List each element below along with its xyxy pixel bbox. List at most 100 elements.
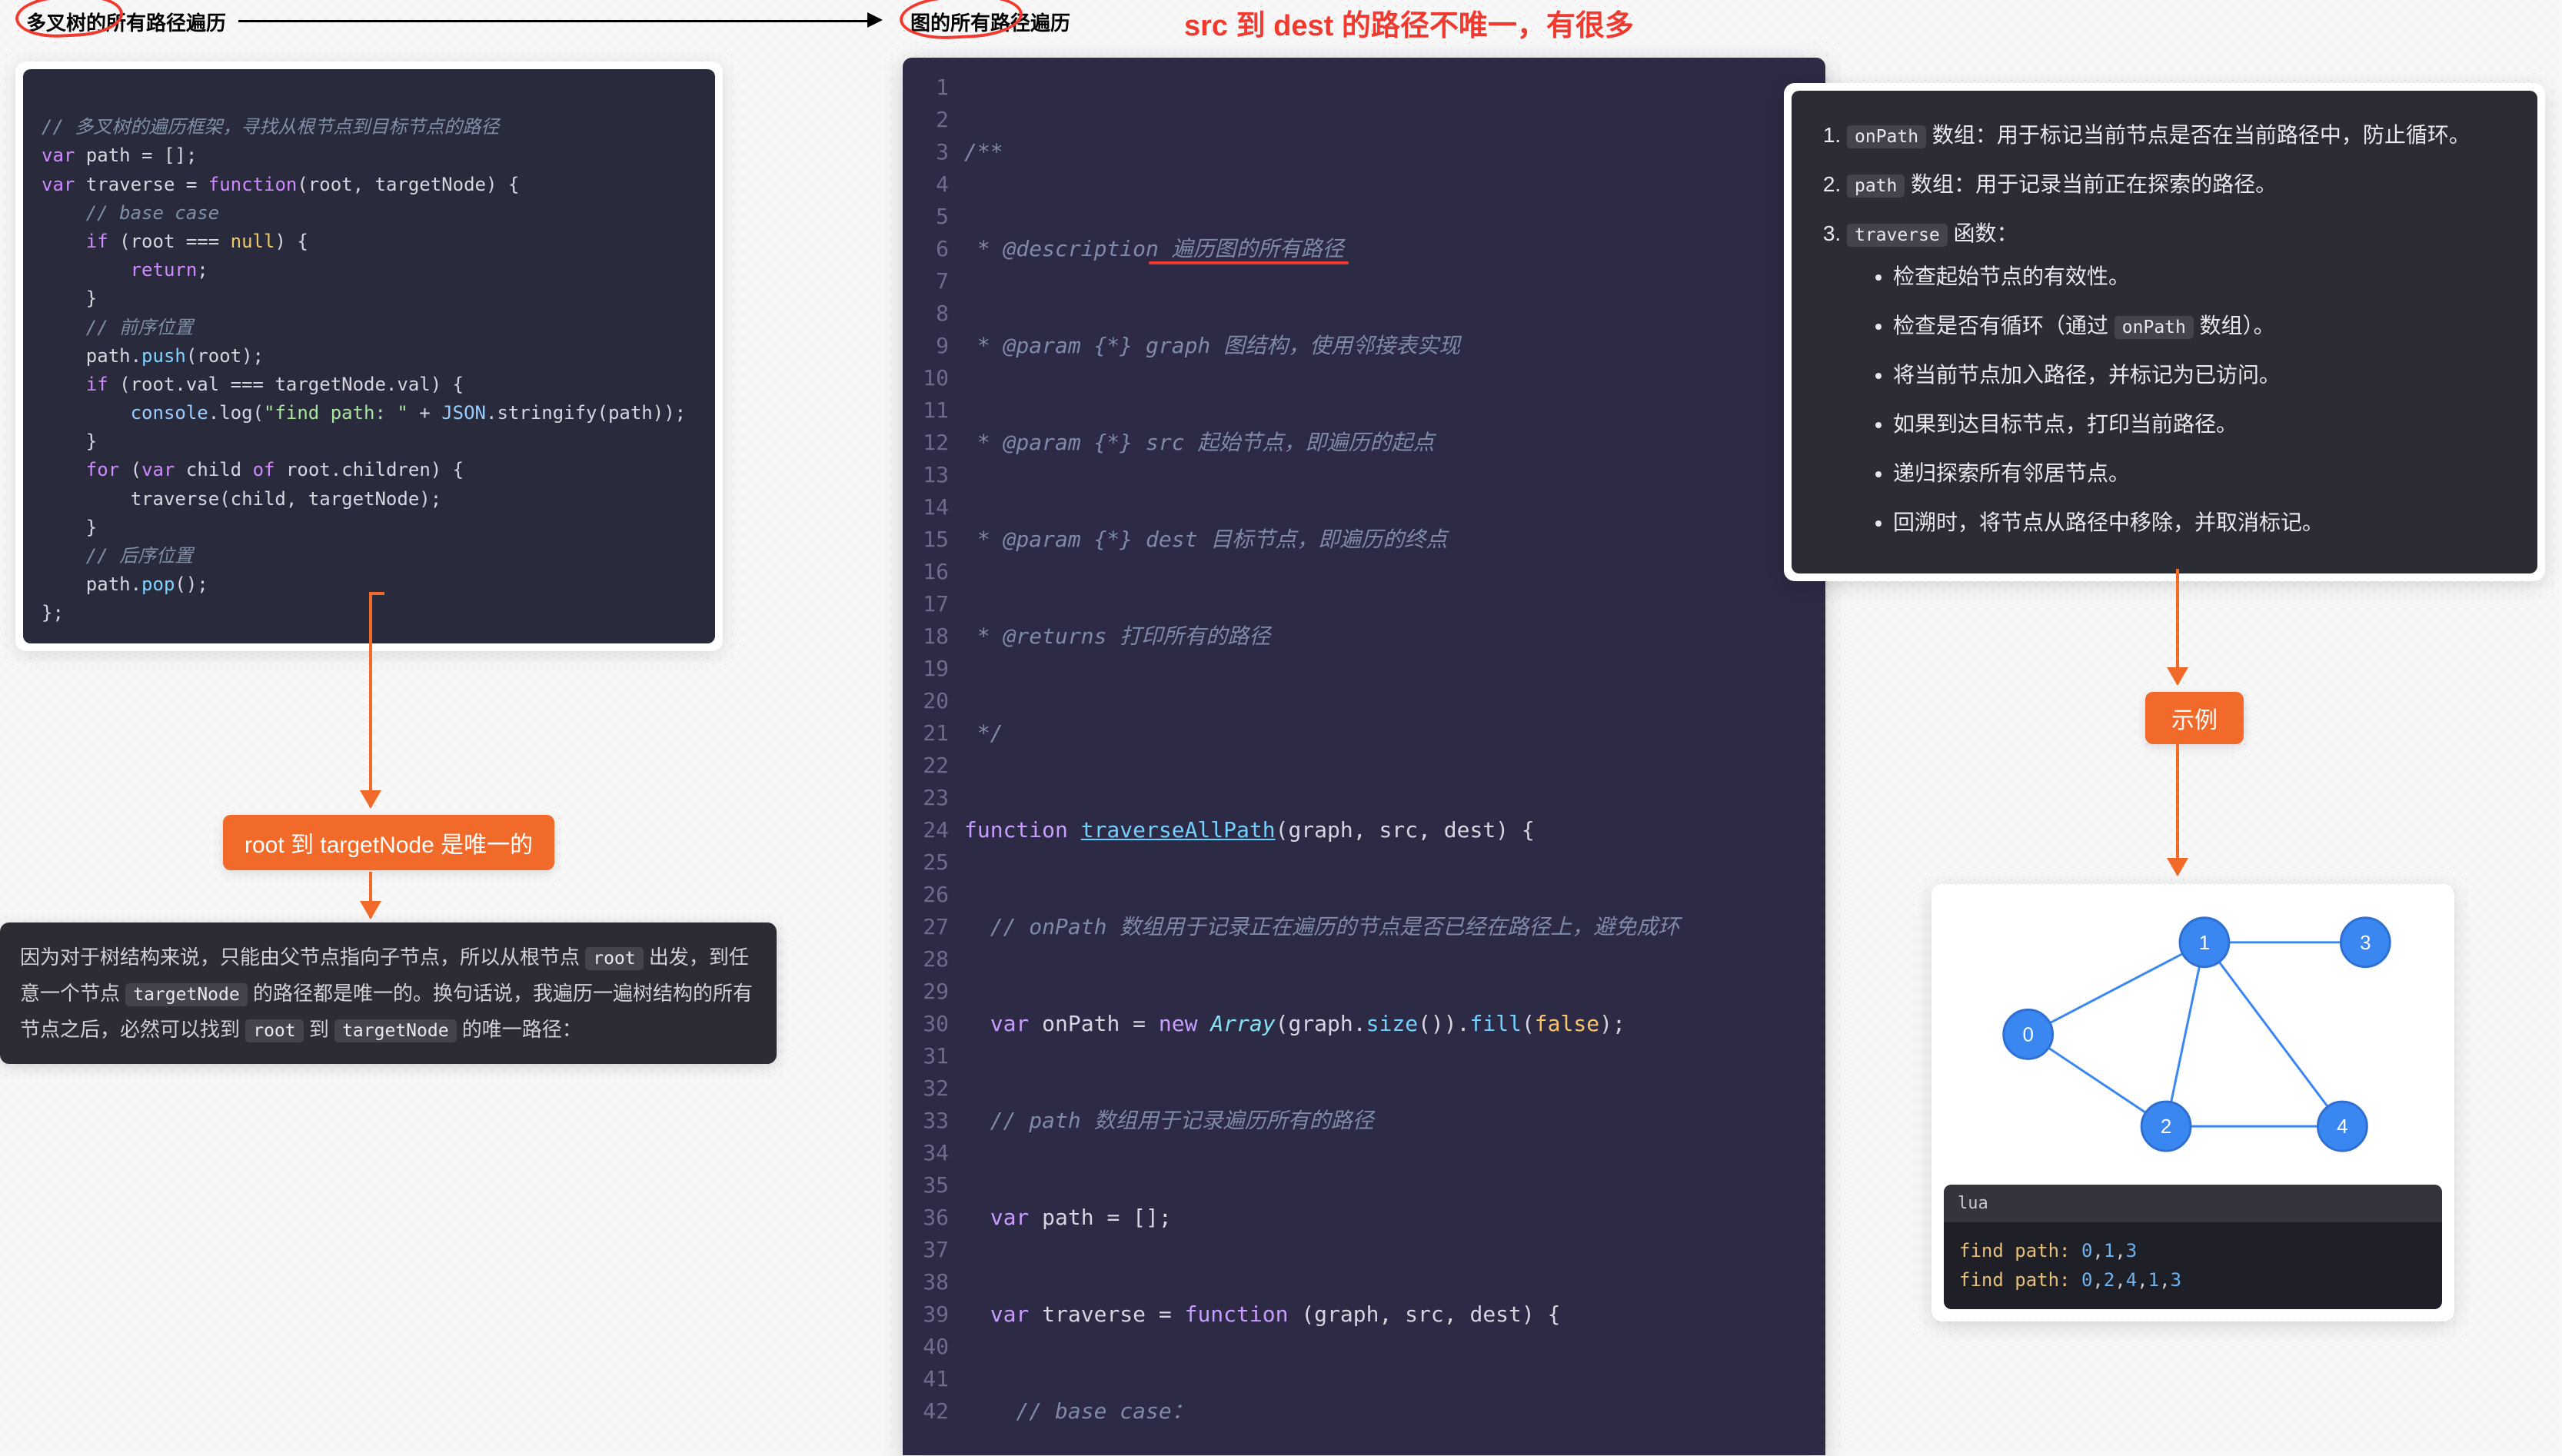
explain-text: 因为对于树结构来说，只能由父节点指向子节点，所以从根节点: [20, 946, 585, 969]
line-gutter: 1234567891011121314151617181920212223242…: [903, 58, 964, 1455]
svg-text:1: 1: [2199, 932, 2210, 954]
graph-edges: [2028, 942, 2366, 1126]
svg-text:0: 0: [2022, 1024, 2033, 1045]
left-code-card: // 多叉树的遍历框架，寻找从根节点到目标节点的路径 var path = []…: [15, 61, 723, 651]
code-tk: if: [42, 231, 108, 252]
code-tk: of: [253, 459, 275, 480]
code-tk: push: [141, 345, 186, 367]
title-left: 多叉树的所有路径遍历: [26, 8, 226, 36]
list-item: path 数组：用于记录当前正在探索的路径。: [1847, 163, 2510, 206]
code-tk: onPath =: [1029, 1011, 1159, 1036]
code-tk: function: [964, 817, 1081, 843]
right-explain-card: onPath 数组：用于标记当前节点是否在当前路径中，防止循环。 path 数组…: [1784, 83, 2545, 581]
code-tk: traverse =: [1029, 1301, 1184, 1327]
code-line: * @param {*} src 起始节点，即遍历的起点: [964, 430, 1434, 455]
arrow-to-example-tag: [2176, 569, 2179, 684]
list-text: 数组：用于标记当前节点是否在当前路径中，防止循环。: [1926, 123, 2470, 147]
code-tk: var: [964, 1011, 1029, 1036]
code-tk: (root);: [186, 345, 264, 367]
code-tk: root.children) {: [274, 459, 464, 480]
code-tk: (: [1522, 1011, 1535, 1036]
code-tk: if: [42, 374, 108, 395]
code-line: * @description 遍历图的所有路径: [964, 236, 1344, 261]
inline-code: traverse: [1847, 224, 1948, 247]
code-tk: ) {: [274, 231, 308, 252]
inline-code: path: [1847, 175, 1905, 198]
code-tk: .stringify(path));: [486, 402, 686, 424]
code-tk: console: [42, 402, 208, 424]
graph-svg: 0 1 2 3 4: [1944, 896, 2442, 1172]
svg-text:2: 2: [2161, 1116, 2171, 1138]
graph-nodes: 0 1 2 3 4: [2004, 918, 2390, 1151]
inline-code-target: targetNode: [125, 983, 247, 1006]
list-subitem: 如果到达目标节点，打印当前路径。: [1893, 403, 2510, 446]
list-subitem: 检查起始节点的有效性。: [1893, 255, 2510, 298]
list-subitem: 检查是否有循环（通过 onPath 数组）。: [1893, 304, 2510, 347]
arrow-example-to-graph: [2176, 744, 2179, 875]
code-line: };: [42, 602, 64, 623]
list-item: onPath 数组：用于标记当前节点是否在当前路径中，防止循环。: [1847, 114, 2510, 157]
code-tk: ()).: [1418, 1011, 1469, 1036]
code-tk: null: [231, 231, 275, 252]
explain-text: 到: [304, 1018, 334, 1041]
code-tk: for: [42, 459, 119, 480]
code-line: // path 数组用于记录遍历所有的路径: [964, 1108, 1374, 1133]
code-tk: path = [];: [75, 145, 197, 166]
code-tk: traverseAllPath: [1081, 817, 1276, 843]
code-tk: path.: [42, 345, 141, 367]
svg-text:3: 3: [2360, 932, 2371, 954]
inline-code: onPath: [1847, 125, 1926, 148]
explain-text: 的唯一路径：: [457, 1018, 582, 1041]
code-line: * @param {*} graph 图结构，使用邻接表实现: [964, 333, 1460, 358]
arrow-titles-head: [867, 12, 883, 28]
inline-code-target2: targetNode: [334, 1019, 456, 1042]
code-tk: return: [42, 259, 197, 281]
orange-tag-unique: root 到 targetNode 是唯一的: [223, 815, 554, 870]
code-tk: (root ===: [108, 231, 231, 252]
arrow-to-tag1: [369, 592, 372, 807]
code-tk: +: [408, 402, 441, 424]
code-line: // 前序位置: [42, 317, 193, 338]
output-block: lua find path: 0,1,3find path: 0,2,4,1,3: [1944, 1185, 2442, 1309]
code-tk: child: [175, 459, 252, 480]
list-item: traverse 函数： 检查起始节点的有效性。 检查是否有循环（通过 onPa…: [1847, 212, 2510, 544]
code-tk: .log(: [208, 402, 264, 424]
code-line: // base case：: [964, 1398, 1193, 1424]
list-subitem: 递归探索所有邻居节点。: [1893, 452, 2510, 495]
code-line: // onPath 数组用于记录正在遍历的节点是否已经在路径上，避免成环: [964, 914, 1679, 939]
code-tk: path.: [42, 573, 141, 595]
red-annotation: src 到 dest 的路径不唯一，有很多: [1184, 2, 1634, 44]
arrow-tag1-to-explain: [369, 872, 372, 918]
right-explain-inner: onPath 数组：用于标记当前节点是否在当前路径中，防止循环。 path 数组…: [1792, 91, 2537, 573]
list-subitem: 回溯时，将节点从路径中移除，并取消标记。: [1893, 501, 2510, 544]
code-tk: fill: [1470, 1011, 1522, 1036]
code-tk: "find path: ": [264, 402, 408, 424]
code-line: // 后序位置: [42, 545, 193, 567]
code-line: }: [42, 288, 97, 309]
code-line: }: [42, 430, 97, 452]
code-tk: (: [119, 459, 141, 480]
code-line: * @returns 打印所有的路径: [964, 623, 1270, 649]
svg-text:4: 4: [2337, 1116, 2347, 1138]
code-tk: new: [1159, 1011, 1210, 1036]
code-tk: (root, targetNode) {: [297, 174, 519, 195]
code-tk: ;: [197, 259, 208, 281]
code-line: traverse(child, targetNode);: [42, 488, 441, 510]
code-line: // base case: [42, 202, 219, 224]
code-tk: size: [1366, 1011, 1418, 1036]
code-tk: (root.val === targetNode.val) {: [108, 374, 464, 395]
code-tk: var: [964, 1205, 1029, 1230]
list-text: 数组）。: [2194, 314, 2275, 337]
code-tk: function: [208, 174, 298, 195]
output-lang-label: lua: [1944, 1185, 2442, 1222]
code-tk: JSON: [441, 402, 486, 424]
list-text: 函数：: [1948, 221, 2018, 245]
list-subitem: 将当前节点加入路径，并标记为已访问。: [1893, 354, 2510, 397]
orange-tag-example: 示例: [2145, 692, 2244, 744]
code-tk: traverse =: [75, 174, 208, 195]
list-text: 数组：用于记录当前正在探索的路径。: [1905, 172, 2277, 196]
code-tk: var: [42, 174, 75, 195]
arrow-titles: [238, 20, 869, 22]
code-body: /** * @description 遍历图的所有路径 * @param {*}…: [964, 58, 1825, 1455]
code-tk: ();: [175, 573, 208, 595]
